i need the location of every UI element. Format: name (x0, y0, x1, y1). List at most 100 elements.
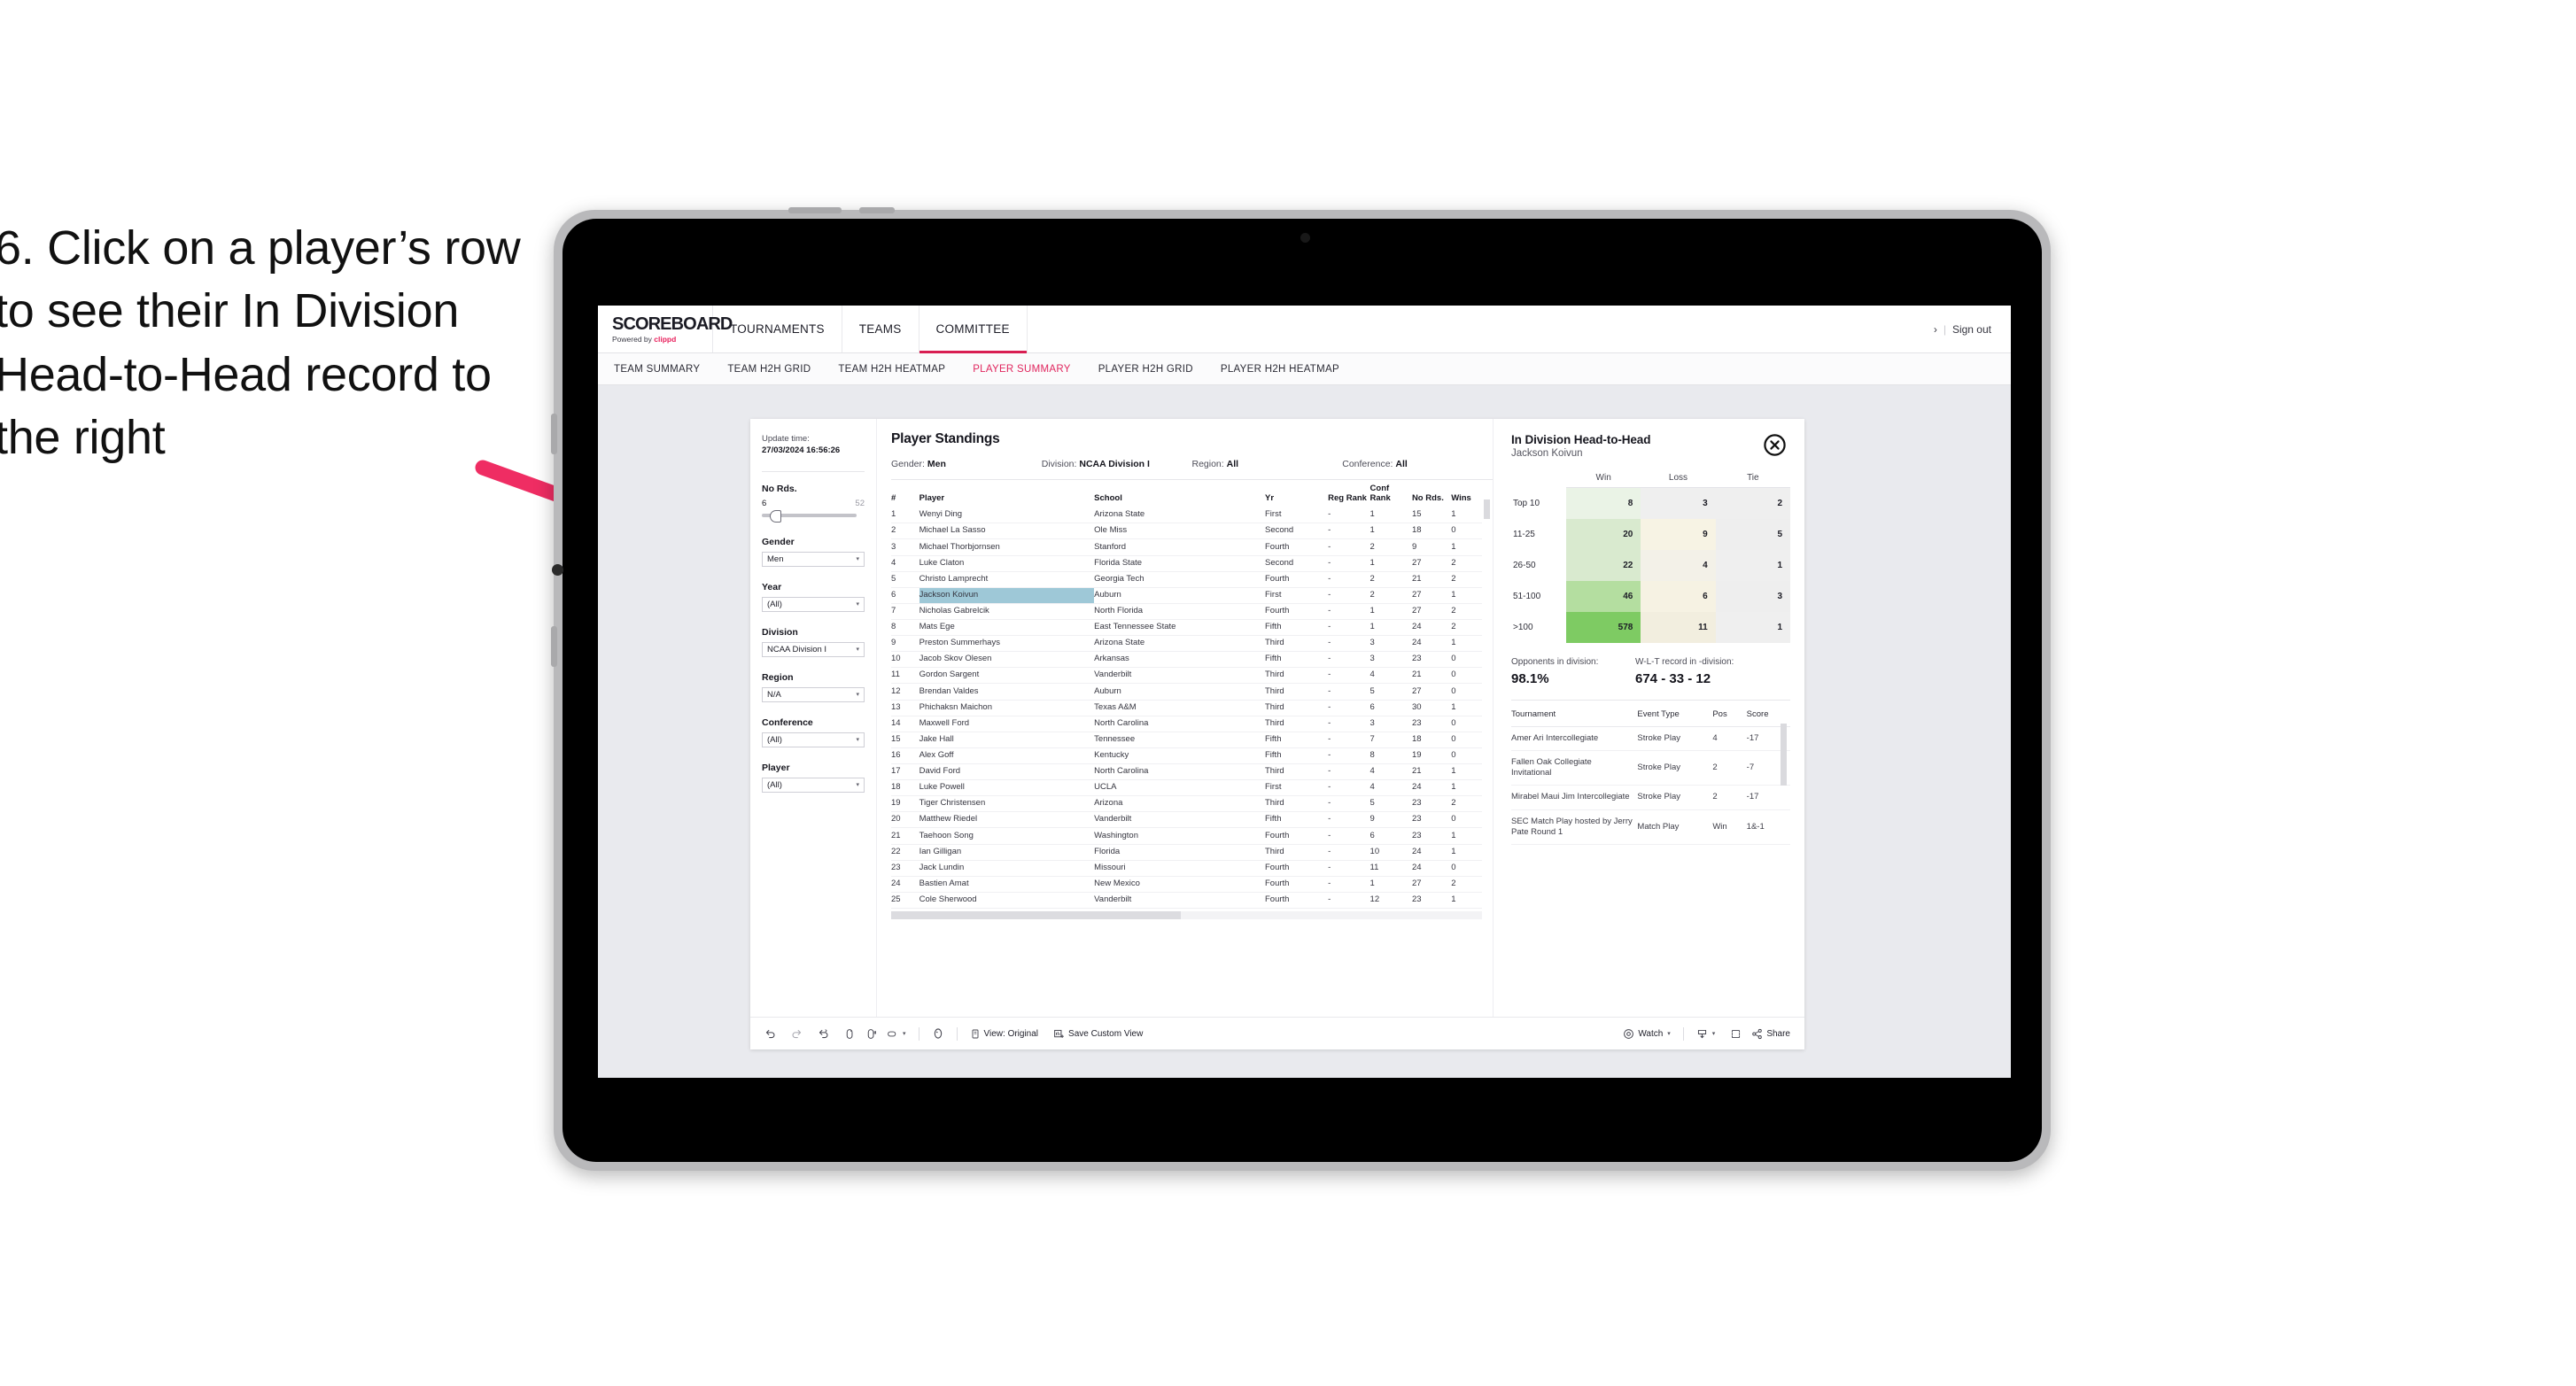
view-original-button[interactable]: View: Original (970, 1028, 1038, 1040)
close-circle-icon[interactable] (1763, 433, 1787, 457)
table-row[interactable]: 3 Michael Thorbjornsen Stanford Fourth -2 9 1 (891, 538, 1482, 556)
table-row[interactable]: 18 Luke Powell UCLA First -4 24 1 (891, 779, 1482, 797)
volume-button[interactable] (788, 207, 842, 213)
nav-tab-committee[interactable]: COMMITTEE (919, 306, 1028, 353)
table-row[interactable]: 1 Wenyi Ding Arizona State First -1 15 1 (891, 507, 1482, 524)
subnav-team-summary[interactable]: TEAM SUMMARY (614, 364, 700, 375)
conf-rank-cell: 11 (1369, 860, 1412, 877)
tournament-row[interactable]: Mirabel Maui Jim Intercollegiate Stroke P… (1511, 785, 1790, 810)
watch-caret-icon: ▾ (1667, 1031, 1671, 1037)
table-row[interactable]: 11 Gordon Sargent Vanderbilt Third -4 21 0 (891, 667, 1482, 685)
subnav-team-h2h-heatmap[interactable]: TEAM H2H HEATMAP (838, 364, 945, 375)
subnav-player-h2h-grid[interactable]: PLAYER H2H GRID (1098, 364, 1193, 375)
table-row[interactable]: 15 Jake Hall Tennessee Fifth -7 18 0 (891, 732, 1482, 748)
filter-division-value: NCAA Division I (767, 644, 827, 654)
watch-button[interactable]: Watch ▾ (1623, 1028, 1671, 1040)
no-rds-cell: 23 (1411, 827, 1452, 845)
filter-region-select[interactable]: N/A ▾ (762, 686, 865, 702)
side-button-upper[interactable] (551, 414, 557, 454)
highlight-button[interactable] (932, 1027, 944, 1040)
school-cell: North Carolina (1094, 763, 1265, 781)
table-row[interactable]: 8 Mats Ege East Tennessee State Fifth -1 24 2 (891, 619, 1482, 637)
tournament-row[interactable]: Fallen Oak Collegiate Invitational Stroke… (1511, 750, 1790, 786)
sign-out-link[interactable]: Sign out (1952, 323, 1991, 336)
col-pos: Pos (1712, 702, 1747, 727)
rank-cell: 12 (891, 683, 919, 701)
fullscreen-button[interactable] (1730, 1028, 1742, 1040)
filter-conference-select[interactable]: (All) ▾ (762, 732, 865, 747)
wins-cell: 2 (1451, 795, 1482, 813)
tournament-name-cell: Mirabel Maui Jim Intercollegiate (1511, 785, 1638, 810)
standings-vertical-scrollbar[interactable] (1484, 499, 1490, 519)
table-row[interactable]: 2 Michael La Sasso Ole Miss Second -1 18 0 (891, 523, 1482, 540)
table-row[interactable]: 10 Jacob Skov Olesen Arkansas Fifth -3 23 0 (891, 651, 1482, 669)
save-custom-view-button[interactable]: Save Custom View (1053, 1028, 1143, 1040)
table-row[interactable]: 23 Jack Lundin Missouri Fourth -11 24 0 (891, 860, 1482, 877)
subnav-team-h2h-grid[interactable]: TEAM H2H GRID (727, 364, 811, 375)
slider-handle[interactable] (769, 509, 781, 523)
viz-toolbar: ▾ View: Original Save Custom View Watch … (750, 1017, 1804, 1049)
table-row[interactable]: 16 Alex Goff Kentucky Fifth -8 19 0 (891, 747, 1482, 765)
head-to-head-panel: In Division Head-to-Head Jackson Koivun (1493, 419, 1804, 1017)
no-rounds-slider[interactable] (762, 509, 857, 523)
filter-year-select[interactable]: (All) ▾ (762, 596, 865, 612)
download-button[interactable]: ▾ (1696, 1028, 1715, 1040)
power-button[interactable] (859, 207, 895, 213)
account-caret-icon[interactable]: › (1934, 323, 1937, 336)
table-row[interactable]: 25 Cole Sherwood Vanderbilt Fourth -12 23 1 (891, 892, 1482, 909)
subnav-player-summary[interactable]: PLAYER SUMMARY (973, 364, 1071, 375)
pan-tool-button[interactable]: ▾ (887, 1028, 906, 1040)
school-cell: Arizona State (1094, 507, 1265, 524)
table-row[interactable]: 21 Taehoon Song Washington Fourth -6 23 1 (891, 827, 1482, 845)
table-row[interactable]: 5 Christo Lamprecht Georgia Tech Fourth -2 21… (891, 571, 1482, 588)
pause-button[interactable] (865, 1028, 877, 1040)
table-row[interactable]: 19 Tiger Christensen Arizona Third -5 23 2 (891, 795, 1482, 813)
nav-tab-tournaments[interactable]: TOURNAMENTS (713, 306, 842, 352)
standings-horizontal-scrollbar[interactable] (891, 910, 1482, 919)
table-row[interactable]: 20 Matthew Riedel Vanderbilt Fifth -9 23 0 (891, 811, 1482, 829)
table-row[interactable]: 9 Preston Summerhays Arizona State Third -3 2… (891, 635, 1482, 653)
yr-cell: First (1265, 587, 1329, 604)
revert-button[interactable] (818, 1028, 829, 1040)
school-cell: Florida (1094, 844, 1265, 861)
table-row[interactable]: 14 Maxwell Ford North Carolina Third -3 23 0 (891, 716, 1482, 732)
wins-cell: 2 (1451, 876, 1482, 893)
tournament-row[interactable]: SEC Match Play hosted by Jerry Pate Roun… (1511, 809, 1790, 845)
side-button-lower[interactable] (551, 626, 557, 667)
filter-player-select[interactable]: (All) ▾ (762, 777, 865, 793)
table-row[interactable]: 17 David Ford North Carolina Third -4 21 1 (891, 763, 1482, 781)
subnav-player-h2h-heatmap[interactable]: PLAYER H2H HEATMAP (1221, 364, 1339, 375)
scrollbar-thumb[interactable] (891, 910, 1181, 919)
filter-gender-select[interactable]: Men ▾ (762, 551, 865, 567)
summary-region-label: Region: (1191, 459, 1224, 469)
school-cell: Arkansas (1094, 651, 1265, 669)
share-button[interactable]: Share (1751, 1028, 1790, 1040)
table-row[interactable]: 24 Bastien Amat New Mexico Fourth -1 27 2 (891, 876, 1482, 893)
h2h-tie-cell: 1 (1715, 612, 1790, 643)
table-row[interactable]: 13 Phichaksn Maichon Texas A&M Third -6 30 1 (891, 700, 1482, 716)
table-row[interactable]: 4 Luke Claton Florida State Second -1 27 2 (891, 555, 1482, 572)
nav-tab-teams[interactable]: TEAMS (842, 306, 919, 352)
reg-rank-cell: - (1328, 700, 1370, 716)
summary-gender-value: Men (927, 459, 946, 469)
wins-cell: 1 (1451, 538, 1482, 556)
brand-logo[interactable]: SCOREBOARD Powered by clippd (598, 306, 733, 352)
rank-cell: 16 (891, 747, 919, 765)
reg-rank-cell: - (1328, 651, 1370, 669)
undo-button[interactable] (764, 1028, 776, 1040)
table-row[interactable]: 6 Jackson Koivun Auburn First -2 27 1 (891, 587, 1482, 604)
reg-rank-cell: - (1328, 523, 1370, 540)
table-row[interactable]: 7 Nicholas Gabrelcik North Florida Fourth -1… (891, 603, 1482, 621)
rank-cell: 14 (891, 716, 919, 732)
filter-division-select[interactable]: NCAA Division I ▾ (762, 641, 865, 657)
refresh-button[interactable] (844, 1028, 856, 1040)
tournament-row[interactable]: Amer Ari Intercollegiate Stroke Play 4 -17 (1511, 726, 1790, 752)
no-rds-cell: 18 (1411, 523, 1452, 540)
rank-cell: 19 (891, 795, 919, 813)
filter-conference: Conference (All) ▾ (762, 717, 865, 747)
tournament-name-cell: Amer Ari Intercollegiate (1511, 726, 1638, 752)
redo-button[interactable] (791, 1028, 803, 1040)
table-row[interactable]: 22 Ian Gilligan Florida Third -10 24 1 (891, 844, 1482, 861)
tournament-scrollbar[interactable] (1781, 724, 1787, 786)
table-row[interactable]: 12 Brendan Valdes Auburn Third -5 27 0 (891, 683, 1482, 701)
